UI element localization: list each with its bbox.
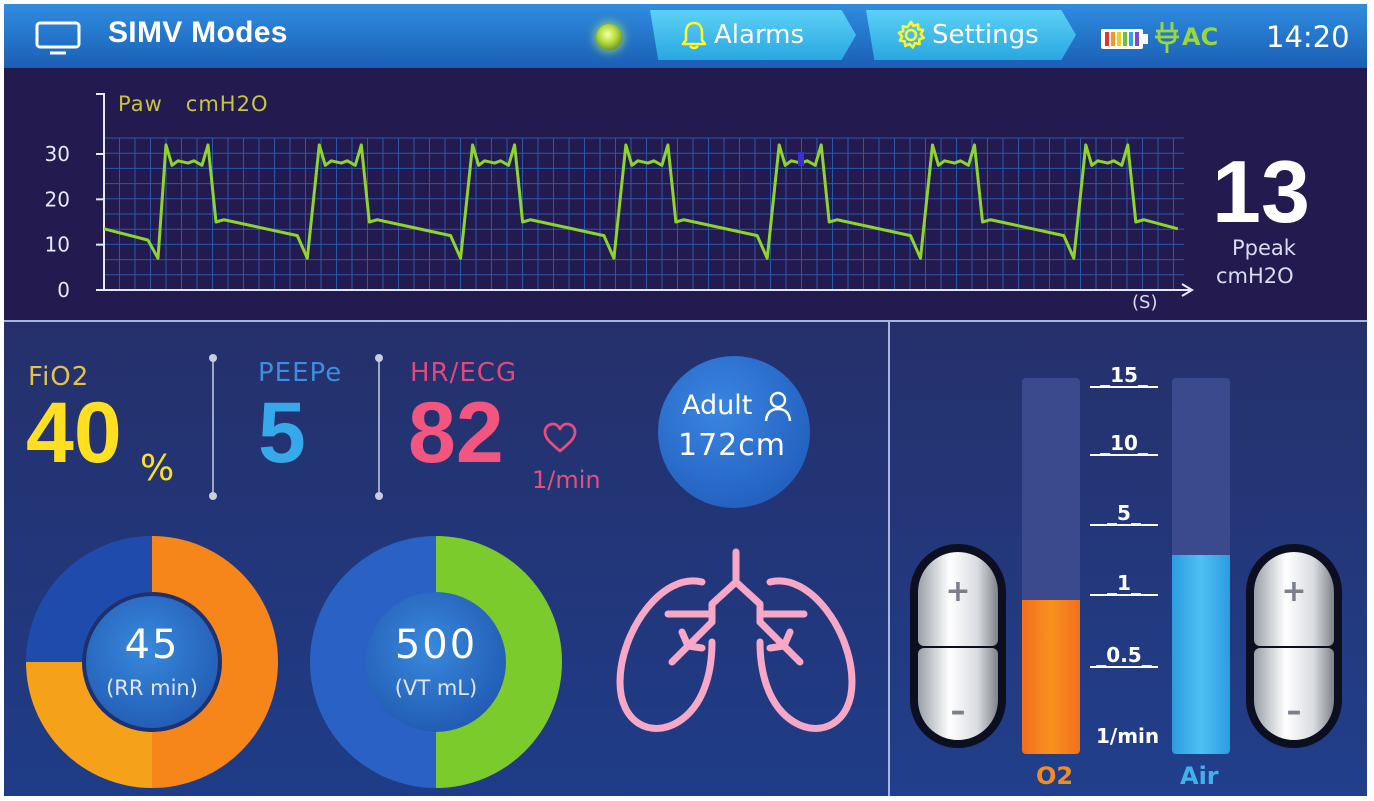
channel-name: Paw [118, 92, 163, 116]
vt-label: (VT mL) [394, 676, 478, 700]
patient-height: 172cm [678, 428, 786, 463]
bell-icon [681, 21, 707, 50]
waveform-channel-label: Paw cmH2O [118, 92, 268, 116]
fio2-unit: % [140, 448, 175, 489]
separator [209, 354, 217, 500]
plus-icon: + [1281, 574, 1307, 609]
ventilator-screen: SIMV Modes Alarms Settings AC 14:20 30 2… [4, 4, 1367, 796]
o2-decrease-button[interactable]: – [918, 648, 998, 740]
scale-mark: _10_ [1090, 432, 1158, 456]
y-tick-label: 20 [45, 187, 70, 211]
vt-gauge[interactable]: 500 (VT mL) [310, 536, 562, 788]
gear-icon [897, 20, 925, 49]
minus-icon: – [1286, 694, 1302, 729]
alarms-label: Alarms [714, 20, 805, 50]
power-source-label: AC [1182, 23, 1219, 51]
clock: 14:20 [1266, 20, 1350, 54]
vt-value: 500 [394, 622, 478, 668]
monitor-icon[interactable] [34, 20, 82, 56]
o2-flow-tube [1022, 378, 1080, 754]
heart-icon [543, 422, 577, 453]
plus-icon: + [945, 574, 971, 609]
scale-unit: 1/min [1096, 724, 1160, 748]
cursor-marker [798, 152, 804, 166]
alarms-button[interactable]: Alarms [650, 10, 856, 60]
y-tick-label: 10 [45, 233, 70, 257]
air-flow-knob: + – [1246, 544, 1342, 748]
rr-gauge-center: 45 (RR min) [82, 592, 222, 732]
axis-line [96, 93, 1194, 297]
plug-icon [1155, 22, 1179, 53]
scale-mark: _0.5_ [1090, 644, 1158, 668]
vt-gauge-center: 500 (VT mL) [366, 592, 506, 732]
patient-badge[interactable]: Adult 172cm [658, 356, 810, 508]
y-tick-label: 0 [57, 278, 70, 302]
pressure-trace [103, 143, 1179, 260]
air-flow-tube [1172, 378, 1230, 754]
scale-mark: _5_ [1090, 502, 1158, 526]
parameters-panel: FiO2 40 % PEEPe 5 HR/ECG 82 1/min Adult … [4, 322, 888, 796]
person-icon [764, 391, 792, 422]
lungs-icon [616, 548, 856, 732]
waveform-x-unit: (S) [1132, 292, 1158, 313]
flow-meter-panel: + – O2 _15_ _10_ _5_ _1_ _0.5_ 1/min Air… [890, 322, 1367, 796]
o2-increase-button[interactable]: + [918, 552, 998, 646]
rr-value: 45 [124, 622, 180, 668]
pressure-waveform-panel: 30 20 10 0 Paw cmH2O (S) 13 Ppeak cmH2O [4, 68, 1367, 320]
hr-value: 82 [408, 385, 504, 481]
o2-flow-knob: + – [910, 544, 1006, 748]
air-increase-button[interactable]: + [1254, 552, 1334, 646]
battery-icon [1101, 29, 1148, 49]
hr-unit: 1/min [532, 466, 601, 494]
waveform-axes [96, 93, 1194, 297]
rr-gauge[interactable]: 45 (RR min) [26, 536, 278, 788]
header-bar: SIMV Modes Alarms Settings AC 14:20 [4, 4, 1367, 68]
fio2-value[interactable]: 40 [26, 390, 122, 476]
minus-icon: – [950, 694, 966, 729]
patient-type: Adult [682, 390, 753, 421]
y-tick-label: 30 [45, 142, 70, 166]
o2-label: O2 [1036, 762, 1074, 790]
o2-flow-level [1022, 599, 1080, 754]
scale-mark: _15_ [1090, 364, 1158, 388]
ppeak-unit: cmH2O [1216, 264, 1294, 288]
scale-mark: _1_ [1090, 572, 1158, 596]
ppeak-label: Ppeak [1232, 236, 1296, 260]
status-led-icon [596, 24, 622, 50]
page-title: SIMV Modes [108, 16, 288, 49]
air-decrease-button[interactable]: – [1254, 648, 1334, 740]
settings-button[interactable]: Settings [866, 10, 1076, 60]
rr-label: (RR min) [106, 676, 198, 700]
ppeak-value: 13 [1212, 142, 1310, 241]
air-flow-level [1172, 554, 1230, 754]
separator [375, 354, 383, 500]
hr-label: HR/ECG [410, 358, 518, 388]
peep-label: PEEPe [258, 358, 343, 388]
settings-label: Settings [932, 20, 1039, 50]
waveform-y-ticks: 30 20 10 0 [45, 142, 104, 302]
air-label: Air [1180, 762, 1219, 790]
channel-unit: cmH2O [185, 92, 269, 116]
peep-value[interactable]: 5 [258, 390, 306, 476]
